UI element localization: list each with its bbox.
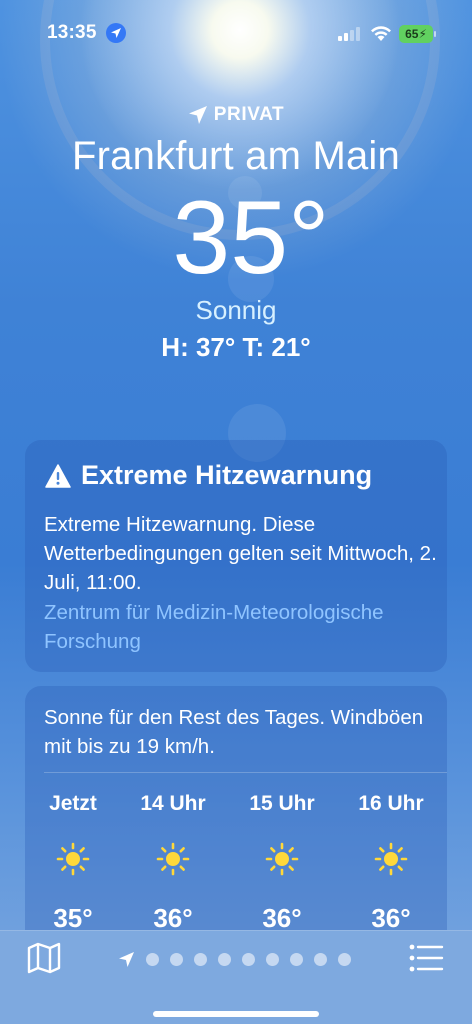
hour-label: 14 Uhr xyxy=(140,792,206,815)
battery-indicator: 65⚡ xyxy=(399,25,433,43)
high-low-temperature: H: 37° T: 21° xyxy=(161,332,311,362)
page-indicator[interactable] xyxy=(118,950,351,968)
hour-item: 15 Uhr 36° xyxy=(232,792,332,934)
sun-icon xyxy=(156,842,190,876)
battery-cap xyxy=(434,31,436,37)
page-dot[interactable] xyxy=(218,952,231,966)
current-temperature: 35° xyxy=(172,180,330,296)
hour-label: 16 Uhr xyxy=(358,792,424,815)
page-dot[interactable] xyxy=(194,952,207,966)
page-dot[interactable] xyxy=(266,952,279,966)
sun-icon xyxy=(374,842,408,876)
location-tag: PRIVAT xyxy=(0,104,472,126)
battery-level: 65 xyxy=(405,27,419,41)
page-dot[interactable] xyxy=(290,952,303,966)
hour-label: 15 Uhr xyxy=(249,792,315,815)
map-icon[interactable] xyxy=(26,941,62,975)
page-dot[interactable] xyxy=(146,952,159,966)
location-arrow-icon xyxy=(188,106,207,124)
divider xyxy=(44,772,447,773)
hour-item: 14 Uhr 36° xyxy=(123,792,223,934)
weather-condition: Sonnig xyxy=(195,295,277,325)
sun-icon xyxy=(265,842,299,876)
hour-item: Jetzt 35° xyxy=(23,792,123,934)
hour-label: Jetzt xyxy=(49,792,97,815)
warning-source-link[interactable]: Zentrum für Medizin-Meteorologische Fors… xyxy=(44,598,444,656)
page-dot[interactable] xyxy=(338,952,351,966)
location-services-icon xyxy=(106,23,126,43)
status-bar: 13:35 65⚡ xyxy=(0,0,472,60)
city-name: Frankfurt am Main xyxy=(72,134,400,178)
warning-title-row: Extreme Hitzewarnung xyxy=(45,460,372,491)
bottom-toolbar xyxy=(0,930,472,1024)
wifi-icon xyxy=(371,26,391,41)
forecast-summary: Sonne für den Rest des Tages. Windböen m… xyxy=(44,706,424,758)
list-icon[interactable] xyxy=(408,943,444,973)
hourly-forecast-card[interactable]: Sonne für den Rest des Tages. Windböen m… xyxy=(25,686,447,936)
location-header: PRIVAT Frankfurt am Main 35° Sonnig H: 3… xyxy=(0,104,472,363)
hour-item: 16 Uhr 36° xyxy=(341,792,441,934)
home-indicator[interactable] xyxy=(153,1011,319,1017)
page-dot[interactable] xyxy=(314,952,327,966)
warning-body: Extreme Hitzewarnung. Diese Wetterbeding… xyxy=(44,513,437,594)
status-time: 13:35 xyxy=(47,22,97,43)
warning-title: Extreme Hitzewarnung xyxy=(81,460,373,490)
warning-icon xyxy=(45,463,71,488)
sun-icon xyxy=(56,842,90,876)
cellular-signal-icon xyxy=(338,27,360,41)
heat-warning-card[interactable]: Extreme Hitzewarnung Extreme Hitzewarnun… xyxy=(25,440,447,672)
current-location-page-icon[interactable] xyxy=(118,951,135,968)
location-tag-label: PRIVAT xyxy=(213,104,285,125)
page-dot[interactable] xyxy=(242,952,255,966)
page-dot[interactable] xyxy=(170,952,183,966)
